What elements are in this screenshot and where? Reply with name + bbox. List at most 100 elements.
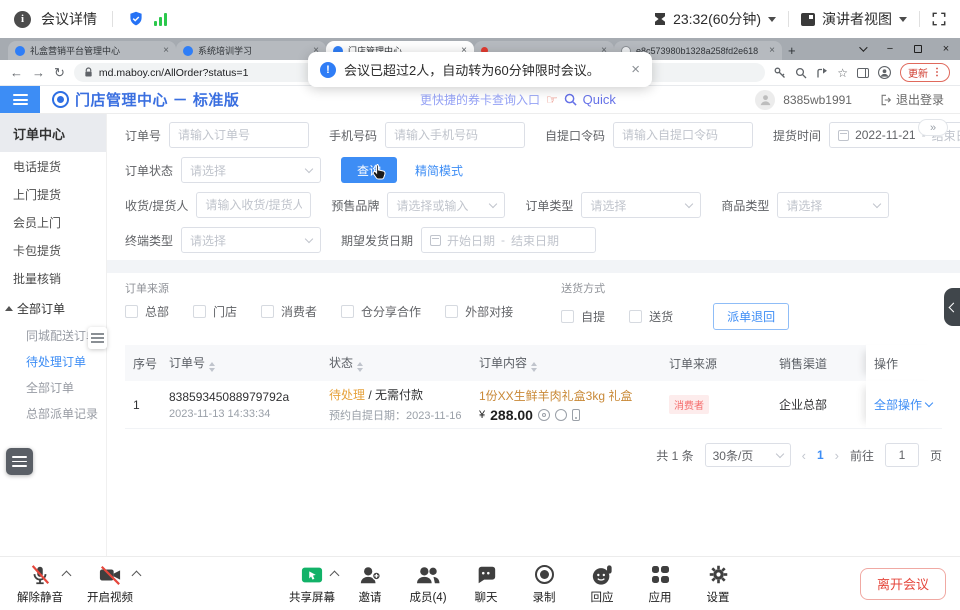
sidebar-item-batch-verify[interactable]: 批量核销 (0, 264, 106, 292)
user-avatar-icon[interactable] (755, 90, 775, 110)
meeting-info-icon[interactable]: i (14, 11, 31, 28)
tab-close-icon[interactable]: × (769, 45, 775, 56)
goto-page-input[interactable] (885, 443, 919, 467)
receiver-input[interactable] (196, 192, 311, 218)
terminal-type-select[interactable]: 请选择 (181, 227, 321, 253)
new-tab-button[interactable]: + (788, 44, 796, 57)
filter-expand-button[interactable]: » (918, 119, 948, 136)
sidebar-subitem-pending-orders[interactable]: 待处理订单 (0, 348, 106, 374)
refresh-icon[interactable]: ↻ (54, 66, 65, 79)
ship-date-range-picker[interactable]: 开始日期 - 结束日期 (421, 227, 596, 253)
password-key-icon[interactable] (774, 67, 786, 79)
header-content[interactable]: 订单内容 (471, 354, 661, 372)
share-icon[interactable] (816, 67, 828, 79)
pickup-code-input[interactable] (613, 122, 753, 148)
header-order-no[interactable]: 订单号 (161, 354, 321, 372)
phone-input[interactable] (385, 122, 525, 148)
quick-label[interactable]: Quick (583, 92, 616, 107)
sort-icon[interactable] (357, 362, 363, 372)
brand-select[interactable]: 请选择或输入 (387, 192, 505, 218)
record-button[interactable]: 录制 (520, 563, 568, 605)
goods-type-select[interactable]: 请选择 (777, 192, 889, 218)
start-video-button[interactable]: 开启视频 (82, 563, 138, 605)
network-signal-icon[interactable] (154, 13, 167, 26)
bookmark-star-icon[interactable]: ☆ (837, 67, 848, 79)
zoom-icon[interactable] (795, 67, 807, 79)
sidebar-item-card-pickup[interactable]: 卡包提货 (0, 236, 106, 264)
timer-dropdown-icon[interactable] (768, 17, 776, 22)
sidebar-drag-handle[interactable] (88, 327, 107, 349)
window-close-button[interactable]: × (932, 38, 960, 60)
order-ring-icon[interactable] (538, 409, 550, 421)
sidebar-item-door-pickup[interactable]: 上门提货 (0, 180, 106, 208)
checkbox-external[interactable]: 外部对接 (445, 303, 513, 320)
next-page-icon[interactable]: › (835, 448, 839, 463)
toast-close-icon[interactable]: × (631, 62, 640, 77)
page-size-select[interactable]: 30条/页 (705, 443, 791, 467)
sidebar-item-phone-pickup[interactable]: 电话提货 (0, 152, 106, 180)
security-shield-icon[interactable] (128, 11, 144, 27)
browser-tab-1[interactable]: 礼盒营销平台管理中心 × (8, 41, 176, 60)
current-page[interactable]: 1 (817, 448, 824, 462)
fullscreen-icon[interactable] (932, 12, 946, 26)
order-no-value[interactable]: 83859345088979792a (169, 390, 321, 404)
members-button[interactable]: 成员(4) (404, 563, 452, 605)
chat-button[interactable]: 聊天 (462, 563, 510, 605)
invite-button[interactable]: 邀请 (346, 563, 394, 605)
sort-icon[interactable] (209, 362, 215, 372)
menu-hamburger-icon[interactable] (0, 86, 40, 113)
back-icon[interactable]: ← (10, 66, 23, 79)
share-screen-button[interactable]: 共享屏幕 (288, 563, 336, 605)
checkbox-consumer[interactable]: 消费者 (261, 303, 317, 320)
checkbox-store[interactable]: 门店 (193, 303, 237, 320)
sort-icon[interactable] (531, 362, 537, 372)
ship-start-date-placeholder[interactable]: 开始日期 (447, 232, 495, 249)
sidebar-item-member-visit[interactable]: 会员上门 (0, 208, 106, 236)
header-status[interactable]: 状态 (321, 354, 471, 372)
order-no-input[interactable] (169, 122, 309, 148)
tab-close-icon[interactable]: × (163, 45, 169, 56)
logout-button[interactable]: 退出登录 (880, 91, 944, 108)
simple-mode-link[interactable]: 精简模式 (415, 162, 463, 179)
view-mode-dropdown-icon[interactable] (899, 17, 907, 22)
sidebar-subitem-all-orders[interactable]: 全部订单 (0, 374, 106, 400)
floating-list-widget[interactable] (6, 448, 33, 475)
prev-page-icon[interactable]: ‹ (802, 448, 806, 463)
quick-search-icon[interactable] (564, 93, 577, 106)
meeting-details-label[interactable]: 会议详情 (41, 9, 97, 29)
mic-options-chevron-icon[interactable] (62, 570, 72, 580)
window-maximize-button[interactable] (904, 38, 932, 60)
forward-icon[interactable]: → (32, 66, 45, 79)
ship-end-date-placeholder[interactable]: 结束日期 (511, 232, 559, 249)
checkbox-self-pickup[interactable]: 自提 (561, 308, 605, 325)
reactions-button[interactable]: 回应 (578, 563, 626, 605)
order-status-select[interactable]: 请选择 (181, 157, 321, 183)
side-panel-icon[interactable] (857, 68, 869, 78)
unmute-button[interactable]: 解除静音 (12, 563, 68, 605)
settings-button[interactable]: 设置 (694, 563, 742, 605)
all-actions-dropdown[interactable]: 全部操作 (874, 396, 932, 413)
window-minimize-button[interactable]: − (876, 38, 904, 60)
meeting-timer[interactable]: 23:32(60分钟) (673, 9, 761, 29)
view-mode-label[interactable]: 演讲者视图 (822, 9, 892, 29)
browser-tab-2[interactable]: 系统培训学习 × (176, 41, 326, 60)
pickup-start-date[interactable]: 2022-11-21 (855, 128, 916, 142)
checkbox-warehouse-share[interactable]: 仓分享合作 (341, 303, 421, 320)
menu-dots-icon[interactable]: ⋮ (932, 67, 942, 78)
sidebar-group-all-orders[interactable]: 全部订单 (0, 294, 106, 322)
share-options-chevron-icon[interactable] (330, 570, 340, 580)
video-options-chevron-icon[interactable] (132, 570, 142, 580)
apps-button[interactable]: 应用 (636, 563, 684, 605)
order-type-select[interactable]: 请选择 (581, 192, 701, 218)
order-gift-icon[interactable] (555, 409, 567, 421)
dispatch-return-button[interactable]: 派单退回 (713, 303, 789, 330)
search-button[interactable]: 查询 (341, 157, 397, 183)
view-layout-icon[interactable] (801, 13, 815, 26)
username-label[interactable]: 8385wb1991 (783, 93, 852, 107)
promo-link[interactable]: 更快捷的券卡查询入口 (420, 91, 540, 108)
browser-update-button[interactable]: 更新 ⋮ (900, 63, 950, 82)
sidebar-subitem-hq-dispatch[interactable]: 总部派单记录 (0, 400, 106, 426)
profile-avatar-icon[interactable] (878, 66, 891, 79)
collapsed-panel-handle[interactable] (944, 288, 960, 326)
checkbox-hq[interactable]: 总部 (125, 303, 169, 320)
